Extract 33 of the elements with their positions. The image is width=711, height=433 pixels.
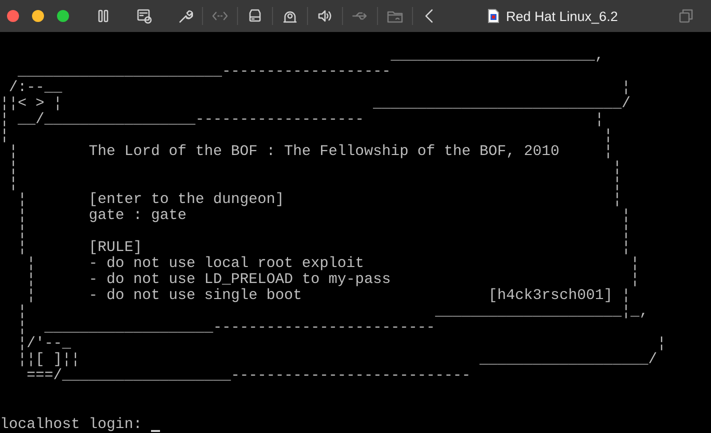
console-line: ¦¦[ ]¦¦ ___________________/ — [16, 352, 658, 368]
window-title: Red Hat Linux_6.2 — [506, 8, 618, 24]
console-line: ¦ [RULE] ¦ — [16, 240, 630, 256]
console-line: ¦ ¦ — [8, 160, 622, 176]
console-line: ¦ ¦ — [0, 128, 613, 144]
text-cursor — [151, 430, 160, 432]
console-line: ¦ __/_________________------------------- ¦ — [0, 112, 604, 128]
console-line: ¦ - do not use LD_PRELOAD to my-pass ¦ — [26, 272, 640, 288]
console-line: ¦ ¦ — [8, 176, 622, 192]
monitor-icon — [136, 8, 152, 24]
console-line: ¦ ¦ — [16, 224, 630, 240]
speaker-icon — [317, 8, 333, 24]
login-prompt: localhost login: — [0, 417, 142, 433]
minimize-button[interactable] — [32, 10, 44, 22]
console-line: ¦ - do not use single boot [h4ck3rsch001] ¦ — [26, 288, 630, 304]
console-line: ¦/'--_ ¦ — [16, 336, 666, 352]
console-line: _______________________------------------- — [16, 64, 391, 80]
console-line: ¦ gate : gate ¦ — [16, 208, 630, 224]
console-line: ¦ - do not use local root exploit ¦ — [26, 256, 640, 272]
console-line: ¦ ___________________------------------------- — [16, 320, 436, 336]
close-button[interactable] — [7, 10, 19, 22]
console-line: /:--__ ¦ — [8, 80, 630, 96]
zoom-button[interactable] — [57, 10, 69, 22]
wrench-icon — [177, 8, 193, 24]
console-line: ===/___________________--------------------------- — [26, 368, 471, 384]
console-line: ¦ The Lord of the BOF : The Fellowship of the BOF, 2010 ¦ — [8, 144, 613, 160]
drive-icon — [247, 8, 263, 24]
console-line: _______________________, — [390, 48, 604, 64]
console-line: ¦ [enter to the dungeon] ¦ — [16, 192, 622, 208]
windows-icon — [678, 8, 694, 24]
console-line: ¦ _____________________¦_, — [16, 304, 648, 320]
console-line: ¦¦< > ¦ ____________________________/ — [0, 96, 630, 112]
document-icon — [488, 9, 499, 23]
